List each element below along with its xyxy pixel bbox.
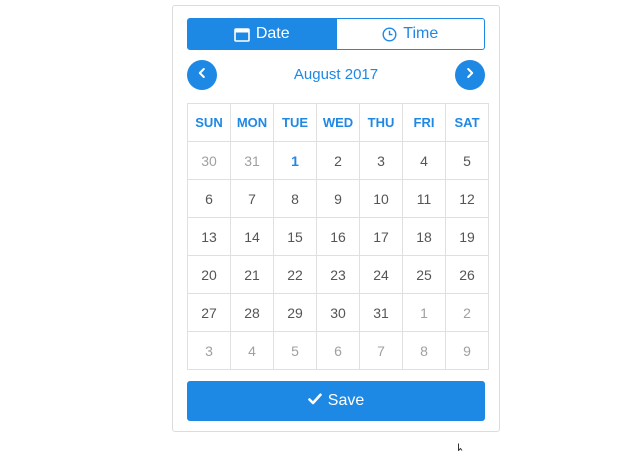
chevron-right-icon xyxy=(464,66,476,84)
calendar-day[interactable]: 3 xyxy=(187,331,231,370)
calendar-day[interactable]: 25 xyxy=(402,255,446,294)
calendar-day[interactable]: 21 xyxy=(230,255,274,294)
calendar-day[interactable]: 19 xyxy=(445,217,489,256)
calendar-day[interactable]: 31 xyxy=(359,293,403,332)
calendar-day[interactable]: 30 xyxy=(316,293,360,332)
weekday-header: SAT xyxy=(445,103,489,142)
chevron-left-icon xyxy=(196,66,208,84)
weekday-header: SUN xyxy=(187,103,231,142)
calendar-day[interactable]: 11 xyxy=(402,179,446,218)
calendar-day[interactable]: 12 xyxy=(445,179,489,218)
calendar-day[interactable]: 28 xyxy=(230,293,274,332)
calendar-day[interactable]: 5 xyxy=(445,141,489,180)
calendar-week-row: 3 4 5 6 7 8 9 xyxy=(187,331,489,370)
previous-month-button[interactable] xyxy=(187,60,217,90)
calendar-day[interactable]: 5 xyxy=(273,331,317,370)
calendar-day[interactable]: 22 xyxy=(273,255,317,294)
calendar-week-row: 20 21 22 23 24 25 26 xyxy=(187,255,489,294)
weekday-header: TUE xyxy=(273,103,317,142)
month-navigation: August 2017 xyxy=(187,60,485,90)
next-month-button[interactable] xyxy=(455,60,485,90)
calendar-day[interactable]: 6 xyxy=(316,331,360,370)
weekday-header: THU xyxy=(359,103,403,142)
calendar-day[interactable]: 7 xyxy=(230,179,274,218)
calendar-day[interactable]: 27 xyxy=(187,293,231,332)
calendar-day[interactable]: 13 xyxy=(187,217,231,256)
calendar-day[interactable]: 30 xyxy=(187,141,231,180)
tab-time[interactable]: Time xyxy=(336,18,485,50)
tab-date-label: Date xyxy=(255,25,290,42)
weekday-header: FRI xyxy=(402,103,446,142)
save-button[interactable]: Save xyxy=(187,381,485,421)
calendar-day[interactable]: 9 xyxy=(445,331,489,370)
calendar-day[interactable]: 20 xyxy=(187,255,231,294)
calendar-day[interactable]: 23 xyxy=(316,255,360,294)
calendar-day[interactable]: 8 xyxy=(402,331,446,370)
calendar-day[interactable]: 10 xyxy=(359,179,403,218)
weekday-header: WED xyxy=(316,103,360,142)
calendar-week-row: 13 14 15 16 17 18 19 xyxy=(187,217,489,256)
calendar-day[interactable]: 9 xyxy=(316,179,360,218)
calendar-day[interactable]: 24 xyxy=(359,255,403,294)
calendar-day[interactable]: 15 xyxy=(273,217,317,256)
calendar-day[interactable]: 26 xyxy=(445,255,489,294)
calendar-day[interactable]: 4 xyxy=(402,141,446,180)
tab-time-label: Time xyxy=(403,25,439,42)
calendar-day[interactable]: 4 xyxy=(230,331,274,370)
calendar-icon xyxy=(234,27,250,42)
calendar-day[interactable]: 1 xyxy=(402,293,446,332)
calendar-day[interactable]: 14 xyxy=(230,217,274,256)
checkmark-icon xyxy=(307,392,322,410)
calendar-day[interactable]: 31 xyxy=(230,141,274,180)
tab-date[interactable]: Date xyxy=(187,18,337,50)
save-button-label: Save xyxy=(327,392,365,409)
calendar-day-selected[interactable]: 1 xyxy=(273,141,317,180)
calendar-day[interactable]: 17 xyxy=(359,217,403,256)
calendar-day[interactable]: 3 xyxy=(359,141,403,180)
calendar-day[interactable]: 29 xyxy=(273,293,317,332)
calendar-week-row: 6 7 8 9 10 11 12 xyxy=(187,179,489,218)
calendar-day[interactable]: 8 xyxy=(273,179,317,218)
clock-icon xyxy=(382,26,397,42)
weekday-header-row: SUN MON TUE WED THU FRI SAT xyxy=(187,103,489,142)
calendar-day[interactable]: 2 xyxy=(316,141,360,180)
calendar-week-row: 27 28 29 30 31 1 2 xyxy=(187,293,489,332)
calendar-day[interactable]: 6 xyxy=(187,179,231,218)
calendar-grid: SUN MON TUE WED THU FRI SAT 30 31 1 2 3 … xyxy=(187,103,489,370)
calendar-week-row: 30 31 1 2 3 4 5 xyxy=(187,141,489,180)
calendar-day[interactable]: 7 xyxy=(359,331,403,370)
mouse-cursor-icon xyxy=(458,438,467,456)
calendar-day[interactable]: 2 xyxy=(445,293,489,332)
calendar-day[interactable]: 16 xyxy=(316,217,360,256)
month-year-label[interactable]: August 2017 xyxy=(217,60,455,90)
weekday-header: MON xyxy=(230,103,274,142)
mode-tabs: Date Time xyxy=(187,18,485,50)
calendar-day[interactable]: 18 xyxy=(402,217,446,256)
